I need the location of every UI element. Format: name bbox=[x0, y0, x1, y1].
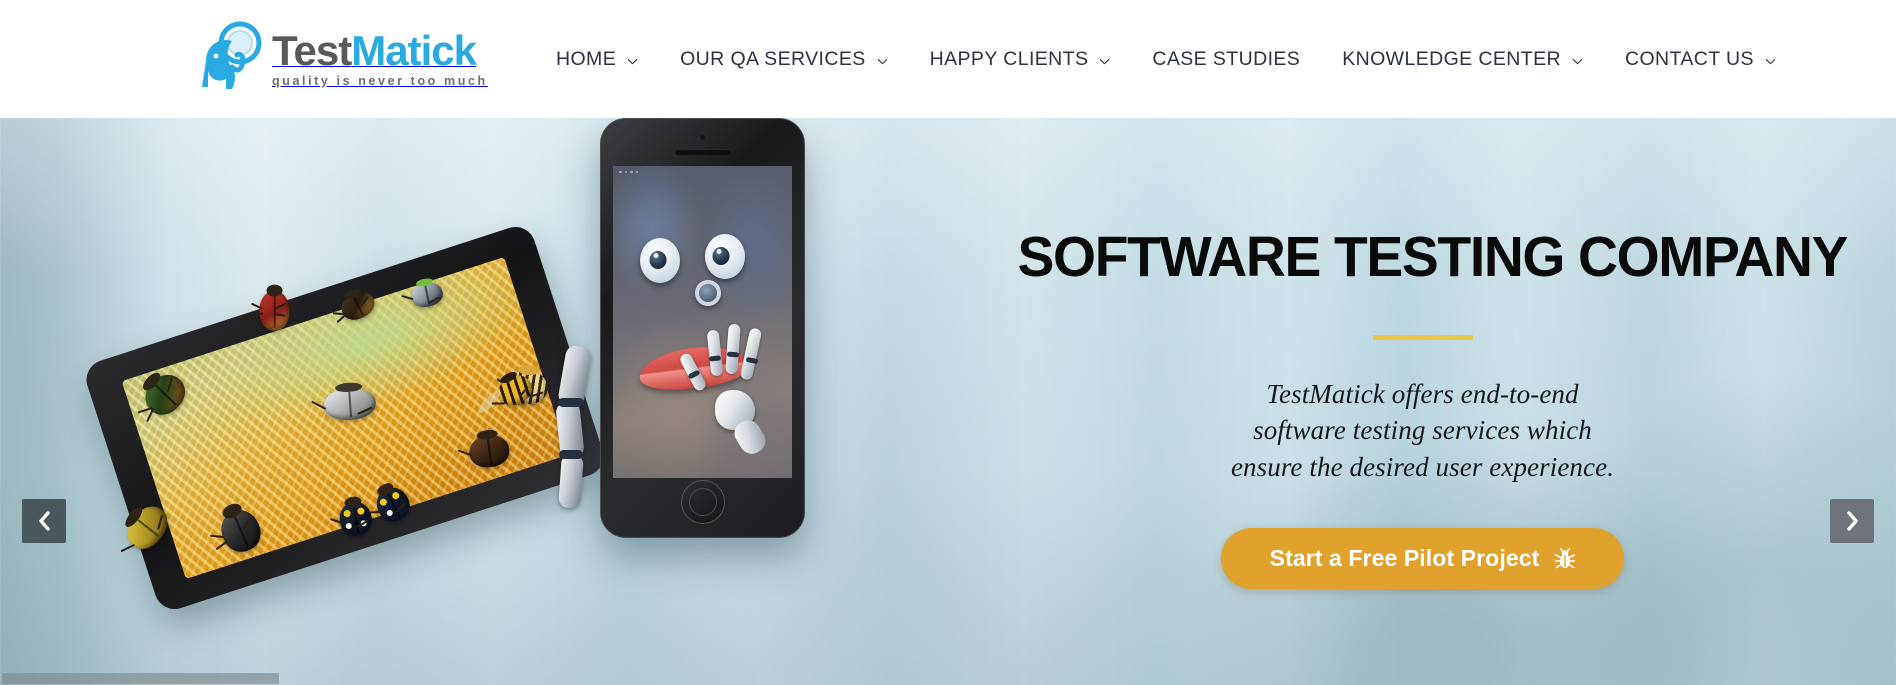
hero-divider bbox=[1372, 334, 1473, 340]
phone-status-bar bbox=[613, 166, 792, 178]
phone-speaker bbox=[674, 149, 731, 155]
logo-wordmark-matick: Matick bbox=[351, 27, 477, 74]
carousel-prev-button[interactable] bbox=[22, 499, 66, 543]
nav-item-label: HAPPY CLIENTS bbox=[929, 47, 1089, 70]
carousel-next-button[interactable] bbox=[1830, 499, 1874, 543]
site-logo[interactable]: TestMatick quality is never too much bbox=[196, 20, 485, 100]
nav-item-label: HOME bbox=[556, 47, 617, 70]
nav-item-label: KNOWLEDGE CENTER bbox=[1342, 47, 1561, 70]
nav-item-label: CASE STUDIES bbox=[1152, 47, 1301, 70]
smartphone-illustration bbox=[600, 118, 805, 538]
horizontal-scrollbar[interactable] bbox=[0, 672, 1896, 685]
nav-item-contact-us[interactable]: CONTACT US bbox=[1604, 0, 1797, 118]
beetle bbox=[311, 381, 377, 422]
hero-copy-block: SOFTWARE TESTING COMPANY TestMatick offe… bbox=[1005, 225, 1849, 590]
robot-hand-joint bbox=[695, 280, 721, 306]
chevron-down-icon bbox=[1572, 58, 1583, 65]
chevron-left-icon bbox=[38, 511, 51, 531]
tablet-with-beetles-illustration bbox=[81, 221, 609, 615]
hero-subtitle: TestMatick offers end-to-end software te… bbox=[1005, 376, 1840, 485]
nav-item-home[interactable]: HOME bbox=[535, 0, 659, 118]
nav-item-label: OUR QA SERVICES bbox=[680, 47, 866, 70]
elephant-magnifier-logo-icon bbox=[196, 21, 268, 99]
cartoon-eye-left bbox=[640, 238, 680, 283]
phone-screen bbox=[613, 166, 792, 478]
start-free-pilot-project-button[interactable]: Start a Free Pilot Project bbox=[1220, 528, 1625, 590]
site-header: TestMatick quality is never too much HOM… bbox=[0, 0, 1896, 118]
phone-camera bbox=[698, 134, 706, 141]
cartoon-eye-right bbox=[705, 234, 745, 279]
chevron-right-icon bbox=[1846, 511, 1859, 531]
chevron-down-icon bbox=[1765, 58, 1776, 65]
robot-hand bbox=[675, 323, 771, 459]
bug-icon bbox=[1555, 547, 1576, 570]
logo-text: TestMatick quality is never too much bbox=[272, 30, 488, 90]
cta-label: Start a Free Pilot Project bbox=[1269, 545, 1540, 572]
horizontal-scroll-thumb[interactable] bbox=[2, 673, 279, 684]
chevron-down-icon bbox=[627, 58, 638, 65]
beetle bbox=[457, 428, 512, 470]
hero-carousel-slide: SOFTWARE TESTING COMPANY TestMatick offe… bbox=[0, 118, 1896, 685]
hero-title: SOFTWARE TESTING COMPANY bbox=[1017, 225, 1849, 289]
ladybug bbox=[329, 495, 375, 539]
hero-subtitle-line-3: ensure the desired user experience. bbox=[1230, 451, 1615, 482]
chevron-down-icon bbox=[877, 58, 888, 65]
phone-home-button bbox=[680, 480, 725, 524]
hero-subtitle-line-2: software testing services which bbox=[1253, 415, 1592, 446]
nav-item-knowledge-center[interactable]: KNOWLEDGE CENTER bbox=[1321, 0, 1604, 118]
beetle bbox=[250, 284, 290, 331]
chevron-down-icon bbox=[1099, 58, 1110, 65]
main-navigation: HOME OUR QA SERVICES HAPPY CLIENTS CASE … bbox=[535, 0, 1797, 118]
nav-item-label: CONTACT US bbox=[1624, 47, 1754, 70]
hero-subtitle-line-1: TestMatick offers end-to-end bbox=[1266, 378, 1579, 409]
logo-wordmark-test: Test bbox=[272, 27, 352, 74]
nav-item-our-qa-services[interactable]: OUR QA SERVICES bbox=[659, 0, 909, 118]
nav-item-happy-clients[interactable]: HAPPY CLIENTS bbox=[909, 0, 1132, 118]
logo-wordmark: TestMatick bbox=[272, 27, 477, 74]
logo-tagline: quality is never too much bbox=[272, 74, 488, 88]
nav-item-case-studies[interactable]: CASE STUDIES bbox=[1131, 0, 1321, 118]
